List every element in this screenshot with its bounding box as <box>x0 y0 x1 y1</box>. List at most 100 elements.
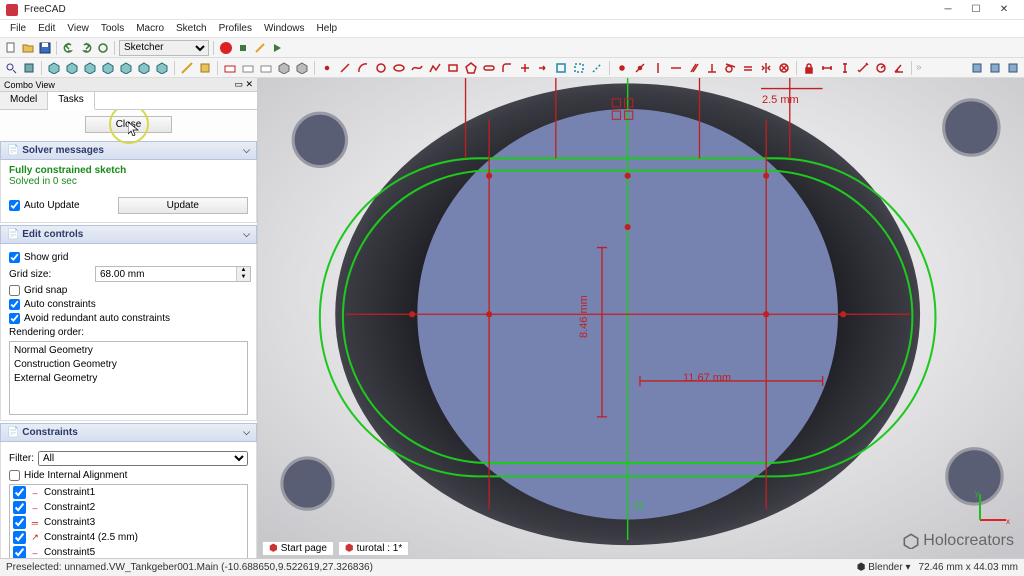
constrain-point-on-icon[interactable] <box>632 60 648 76</box>
new-icon[interactable] <box>3 40 18 55</box>
menu-sketch[interactable]: Sketch <box>170 23 213 34</box>
menu-edit[interactable]: Edit <box>32 23 61 34</box>
panel-menu-icon[interactable]: ▭ ✕ <box>234 79 253 90</box>
measure-icon[interactable] <box>179 60 195 76</box>
constraint-filter-select[interactable]: All <box>38 451 248 466</box>
part-icon[interactable] <box>197 60 213 76</box>
dimension-top: 2.5 mm <box>762 94 799 106</box>
constrain-perpendicular-icon[interactable] <box>704 60 720 76</box>
constraints-header[interactable]: 📄 Constraints⌵ <box>0 423 257 442</box>
rendering-order-list[interactable]: Normal Geometry Construction Geometry Ex… <box>9 341 248 415</box>
constrain-dist-icon[interactable] <box>855 60 871 76</box>
hide-internal-checkbox[interactable] <box>9 470 20 481</box>
constrain-block-icon[interactable] <box>776 60 792 76</box>
nav-style-indicator[interactable]: ⬢ Blender ▾ <box>857 562 911 573</box>
iso-view-icon[interactable] <box>46 60 62 76</box>
new-sketch-icon[interactable] <box>222 60 238 76</box>
workbench-selector[interactable]: Sketcher <box>119 40 209 56</box>
play-icon[interactable] <box>269 40 284 55</box>
tab-start-page[interactable]: ⬢Start page <box>262 541 334 556</box>
sketch-polyline-icon[interactable] <box>427 60 443 76</box>
stop-icon[interactable] <box>235 40 250 55</box>
menu-windows[interactable]: Windows <box>258 23 311 34</box>
sketch-point-icon[interactable] <box>319 60 335 76</box>
menu-help[interactable]: Help <box>311 23 344 34</box>
constrain-vdist-icon[interactable] <box>837 60 853 76</box>
menubar: File Edit View Tools Macro Sketch Profil… <box>0 20 1024 38</box>
sketch-construction-icon[interactable] <box>589 60 605 76</box>
merge-icon[interactable] <box>1005 60 1021 76</box>
redo-icon[interactable] <box>78 40 93 55</box>
sketch-polygon-icon[interactable] <box>463 60 479 76</box>
sketch-circle-icon[interactable] <box>373 60 389 76</box>
sketch-fillet-icon[interactable] <box>499 60 515 76</box>
constrain-symmetric-icon[interactable] <box>758 60 774 76</box>
menu-view[interactable]: View <box>61 23 95 34</box>
3d-viewport[interactable]: 25 2.5 mm 11.67 mm 8.46 mm ⬢Start page ⬢… <box>258 78 1024 558</box>
constrain-radius-icon[interactable] <box>873 60 889 76</box>
window-close-button[interactable]: ✕ <box>990 1 1018 19</box>
edit-sketch-icon[interactable] <box>240 60 256 76</box>
constrain-lock-icon[interactable] <box>801 60 817 76</box>
menu-profiles[interactable]: Profiles <box>213 23 258 34</box>
menu-file[interactable]: File <box>4 23 32 34</box>
constrain-hdist-icon[interactable] <box>819 60 835 76</box>
solver-time: Solved in 0 sec <box>9 176 248 187</box>
menu-macro[interactable]: Macro <box>130 23 170 34</box>
bottom-view-icon[interactable] <box>136 60 152 76</box>
constrain-horizontal-icon[interactable] <box>668 60 684 76</box>
undo-icon[interactable] <box>61 40 76 55</box>
update-button[interactable]: Update <box>118 197 248 214</box>
refresh-icon[interactable] <box>95 40 110 55</box>
record-icon[interactable] <box>218 40 233 55</box>
sketch-external-icon[interactable] <box>553 60 569 76</box>
avoid-redundant-checkbox[interactable] <box>9 313 20 324</box>
top-view-icon[interactable] <box>82 60 98 76</box>
constrain-angle-icon[interactable] <box>891 60 907 76</box>
sketch-line-icon[interactable] <box>337 60 353 76</box>
edit-controls-header[interactable]: 📄 Edit controls⌵ <box>0 225 257 244</box>
tab-document[interactable]: ⬢turotal : 1* <box>338 541 409 556</box>
save-icon[interactable] <box>37 40 52 55</box>
left-view-icon[interactable] <box>154 60 170 76</box>
sketch-bspline-icon[interactable] <box>409 60 425 76</box>
solver-status: Fully constrained sketch <box>9 165 248 176</box>
open-icon[interactable] <box>20 40 35 55</box>
fit-all-icon[interactable] <box>3 60 19 76</box>
minimize-button[interactable]: ─ <box>934 1 962 19</box>
maximize-button[interactable]: ☐ <box>962 1 990 19</box>
view-sketch-icon[interactable] <box>276 60 292 76</box>
constrain-parallel-icon[interactable] <box>686 60 702 76</box>
auto-constraints-checkbox[interactable] <box>9 299 20 310</box>
sketch-extend-icon[interactable] <box>535 60 551 76</box>
menu-tools[interactable]: Tools <box>95 23 130 34</box>
rear-view-icon[interactable] <box>118 60 134 76</box>
axis-gizmo-icon: x y <box>972 488 1012 528</box>
constrain-tangent-icon[interactable] <box>722 60 738 76</box>
constrain-coincident-icon[interactable] <box>614 60 630 76</box>
show-grid-checkbox[interactable] <box>9 252 20 263</box>
map-sketch-icon[interactable] <box>294 60 310 76</box>
constrain-equal-icon[interactable] <box>740 60 756 76</box>
leave-sketch-icon[interactable] <box>258 60 274 76</box>
validate-icon[interactable] <box>969 60 985 76</box>
statusbar: Preselected: unnamed.VW_Tankgeber001.Mai… <box>0 558 1024 576</box>
tab-model[interactable]: Model <box>0 92 48 109</box>
sketch-ellipse-icon[interactable] <box>391 60 407 76</box>
constraint-list[interactable]: ‒Constraint1 ‒Constraint2 ═Constraint3 ↗… <box>9 484 248 558</box>
draw-style-icon[interactable] <box>21 60 37 76</box>
sketch-arc-icon[interactable] <box>355 60 371 76</box>
sketch-rectangle-icon[interactable] <box>445 60 461 76</box>
sketch-slot-icon[interactable] <box>481 60 497 76</box>
right-view-icon[interactable] <box>100 60 116 76</box>
sketch-carbon-icon[interactable] <box>571 60 587 76</box>
grid-snap-checkbox[interactable] <box>9 285 20 296</box>
macro-icon[interactable] <box>252 40 267 55</box>
tab-tasks[interactable]: Tasks <box>48 92 95 110</box>
mirror-icon[interactable] <box>987 60 1003 76</box>
auto-update-checkbox[interactable] <box>9 200 20 211</box>
sketch-trim-icon[interactable] <box>517 60 533 76</box>
front-view-icon[interactable] <box>64 60 80 76</box>
constrain-vertical-icon[interactable] <box>650 60 666 76</box>
grid-size-spinner[interactable]: ▲▼ <box>95 266 251 282</box>
